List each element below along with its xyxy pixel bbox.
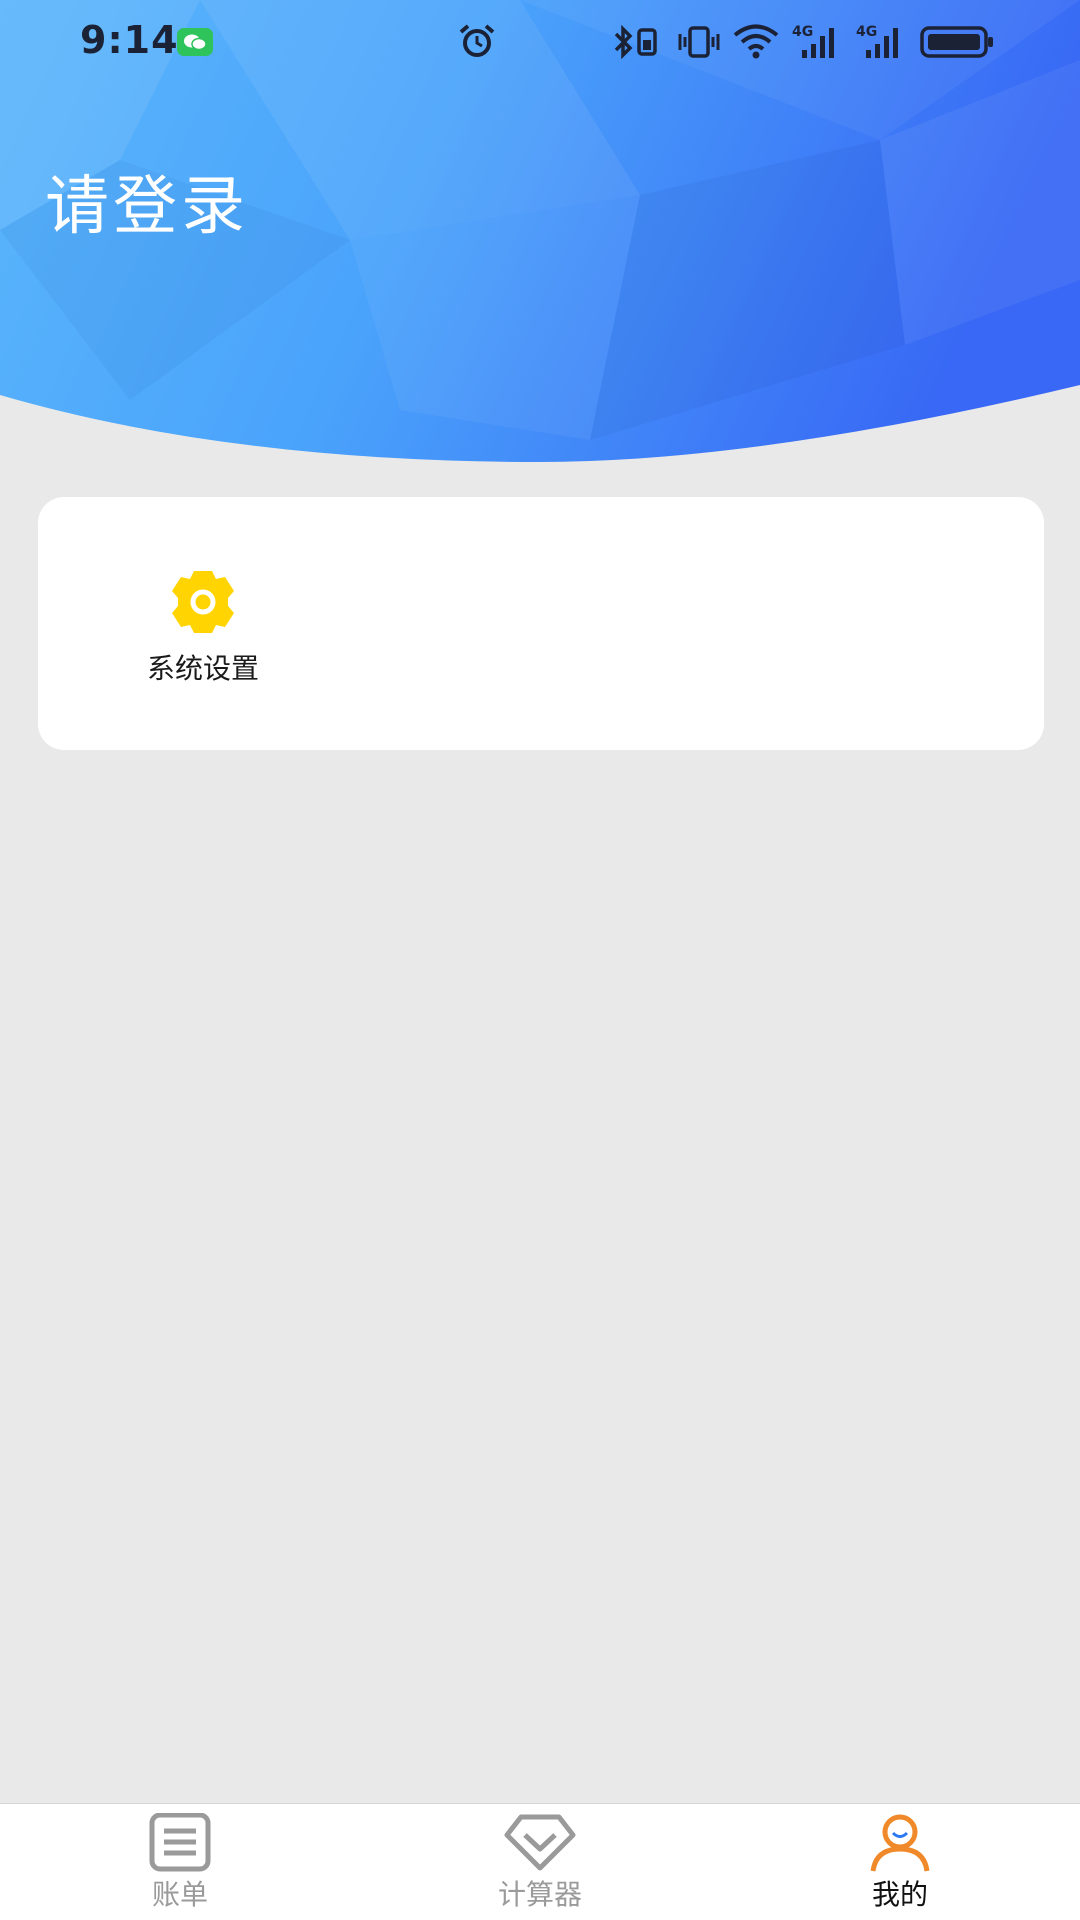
- status-bar: 9:14 4G 4G: [0, 0, 1080, 84]
- tab-bills[interactable]: 账单: [60, 1804, 300, 1920]
- tab-calculator-label: 计算器: [497, 1878, 582, 1911]
- bill-list-icon: [149, 1813, 211, 1872]
- tab-mine[interactable]: 我的: [780, 1804, 1020, 1920]
- battery-icon: [920, 26, 993, 58]
- alarm-icon: [459, 24, 495, 57]
- wechat-notification-icon: [177, 28, 213, 56]
- signal-icon-2: 4G: [856, 24, 898, 58]
- tab-calculator[interactable]: 计算器: [420, 1804, 660, 1920]
- bottom-navigation: 账单 计算器 我的: [0, 1803, 1080, 1920]
- tab-bills-label: 账单: [151, 1878, 208, 1911]
- signal-icon: 4G: [792, 24, 834, 58]
- system-settings-button[interactable]: 系统设置: [118, 567, 288, 687]
- tab-mine-label: 我的: [871, 1878, 928, 1911]
- gear-icon: [172, 571, 234, 633]
- profile-header: 9:14 4G 4G 请登录: [0, 0, 1080, 470]
- signal-type-label: 4G: [792, 24, 813, 40]
- wifi-icon: [733, 24, 779, 59]
- login-prompt[interactable]: 请登录: [45, 155, 249, 247]
- bluetooth-icon: [614, 24, 657, 60]
- diamond-calculator-icon: [504, 1814, 576, 1871]
- system-settings-label: 系统设置: [146, 652, 259, 685]
- signal-type-label-2: 4G: [856, 24, 877, 40]
- status-time: 9:14: [80, 18, 179, 62]
- user-icon: [870, 1814, 930, 1872]
- features-card: 系统设置: [38, 497, 1044, 750]
- screen: 9:14 4G 4G 请登录 系统设置 账单 计算器 我的: [0, 0, 1080, 1920]
- vibrate-icon: [678, 26, 720, 58]
